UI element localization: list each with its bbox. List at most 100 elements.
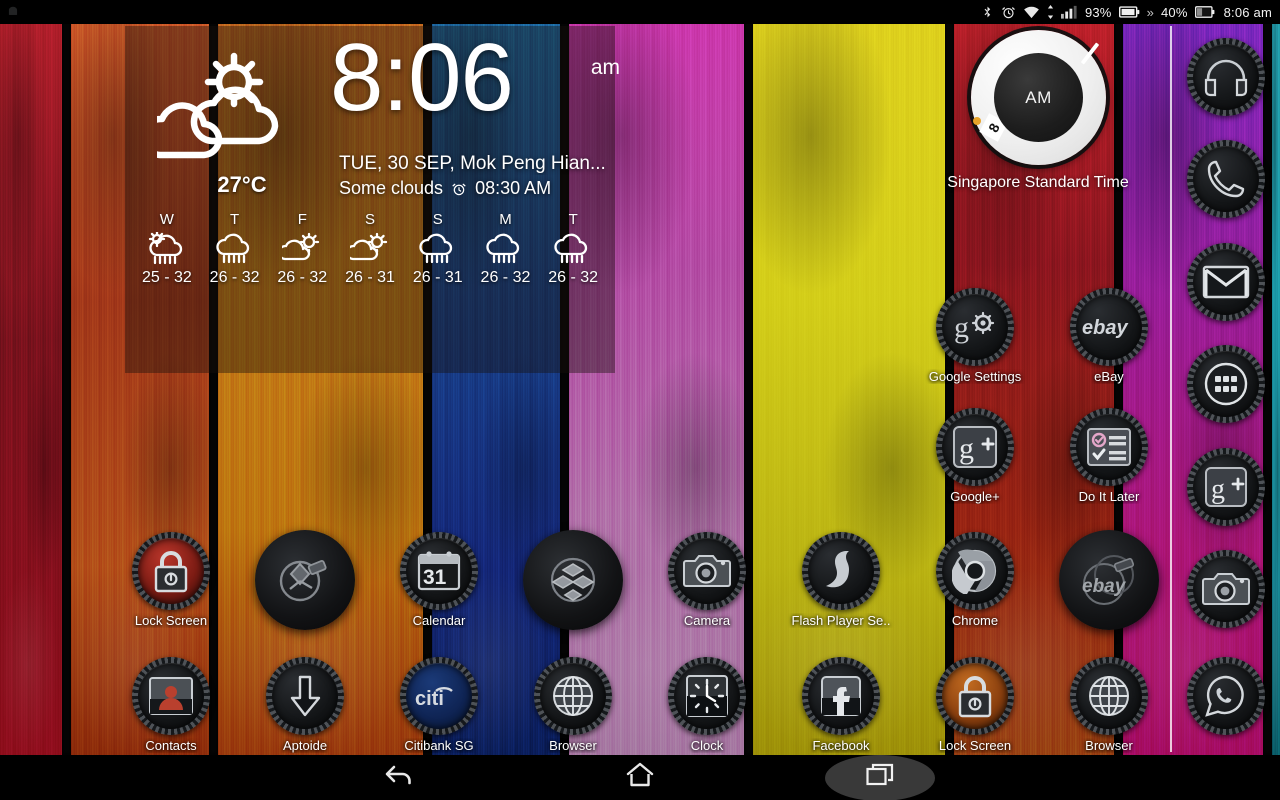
svg-text:g: g	[1211, 474, 1225, 505]
wallpaper-gap	[744, 0, 753, 755]
dropbox-blur-icon	[523, 530, 623, 630]
forecast-day-label: T	[568, 211, 578, 228]
icon-shell	[266, 657, 344, 735]
app-citibank-sg[interactable]: citi Citibank SG	[383, 657, 495, 753]
app-clock[interactable]: Clock	[651, 657, 763, 753]
dock-google-plus[interactable]: g	[1186, 448, 1266, 526]
icon-shell	[255, 530, 355, 630]
world-clock-widget[interactable]: 8 AM Singapore Standard Time	[939, 26, 1137, 201]
sun-behind-clouds-icon	[139, 48, 325, 166]
app-lock-screen[interactable]: Lock Screen	[115, 532, 227, 628]
forecast-day: T 26 - 32	[201, 211, 269, 287]
app-label: eBay	[1094, 369, 1124, 384]
cloud-rain-icon	[472, 231, 540, 267]
forecast-day-label: W	[159, 211, 174, 228]
icon-shell	[523, 530, 623, 630]
status-bar-notifications[interactable]	[0, 5, 20, 19]
svg-text:citi: citi	[415, 688, 444, 710]
app-google-plus[interactable]: g Google+	[919, 408, 1031, 504]
icon-shell	[936, 532, 1014, 610]
home-button[interactable]	[584, 755, 696, 800]
app-label: Calendar	[412, 613, 466, 628]
app-calendar[interactable]: 31 Calendar	[383, 532, 495, 628]
back-button[interactable]	[344, 755, 456, 800]
app-label: Aptoide	[282, 738, 328, 753]
app-label: Clock	[690, 738, 724, 753]
weather-forecast-row: W 25 - 32 T 26 - 32 F 26 - 32 S 26 - 31 …	[133, 211, 607, 287]
app-ebay[interactable]: ebay eBay	[1053, 288, 1165, 384]
icon-shell: g	[1187, 448, 1265, 526]
icon-shell	[1187, 140, 1265, 218]
dock-phone[interactable]	[1186, 140, 1266, 218]
icon-shell	[534, 657, 612, 735]
cloud-rain-icon	[201, 231, 269, 267]
app-do-it-later[interactable]: Do It Later	[1053, 408, 1165, 504]
battery-percent-2: 40%	[1161, 4, 1188, 20]
app-browser-2[interactable]: Browser	[1053, 657, 1165, 753]
cloud-rain-icon	[539, 231, 607, 267]
app-row1-item8[interactable]: ebay	[1053, 530, 1165, 633]
ebay-icon: ebay	[1070, 288, 1148, 366]
do-it-later-icon	[1070, 408, 1148, 486]
padlock-icon	[132, 532, 210, 610]
contacts-icon	[132, 657, 210, 735]
icon-shell	[668, 532, 746, 610]
dock-divider	[1170, 26, 1172, 752]
forecast-range: 26 - 32	[277, 269, 328, 286]
wallpaper-gap	[62, 0, 71, 755]
app-label: Google+	[950, 489, 1000, 504]
forecast-day-label: F	[297, 211, 307, 228]
forecast-day-label: S	[365, 211, 376, 228]
recents-button[interactable]	[824, 755, 936, 800]
app-label: Browser	[549, 738, 597, 753]
forecast-day: T 26 - 32	[539, 211, 607, 287]
widget-clock-time: 8:06	[330, 24, 514, 131]
status-bar-icons[interactable]: 93% » 40% 8:06 am	[981, 4, 1280, 20]
calendar-31-icon: 31	[400, 532, 478, 610]
status-bar[interactable]: 93% » 40% 8:06 am	[0, 0, 1280, 24]
app-label: Chrome	[951, 613, 999, 628]
navigation-bar[interactable]	[0, 755, 1280, 800]
app-flash-player-settings[interactable]: Flash Player Se..	[785, 532, 897, 628]
widget-condition-line: Some clouds 08:30 AM	[339, 178, 551, 199]
forecast-day-label: M	[499, 211, 512, 228]
app-camera[interactable]: Camera	[651, 532, 763, 628]
app-chrome[interactable]: Chrome	[919, 532, 1031, 628]
app-contacts[interactable]: Contacts	[115, 657, 227, 753]
icon-shell	[132, 657, 210, 735]
icon-shell	[1070, 408, 1148, 486]
sun-cloud-icon	[268, 231, 336, 267]
app-label: Google Settings	[928, 369, 1022, 384]
app-row1-item4[interactable]	[517, 530, 629, 633]
sun-cloud-icon	[336, 231, 404, 267]
app-google-settings[interactable]: g Google Settings	[919, 288, 1031, 384]
app-browser-1[interactable]: Browser	[517, 657, 629, 753]
forecast-day: S 26 - 31	[404, 211, 472, 287]
camera-icon	[1187, 550, 1265, 628]
dock-camera[interactable]	[1186, 550, 1266, 628]
widget-clock[interactable]: 8:06 am	[330, 24, 620, 131]
widget-date-line: TUE, 30 SEP, Mok Peng Hian...	[339, 153, 606, 174]
clock-accent-dot	[973, 117, 981, 125]
app-label: Facebook	[812, 738, 870, 753]
recents-icon	[865, 761, 895, 794]
forecast-day-label: S	[432, 211, 443, 228]
forecast-day: F 26 - 32	[268, 211, 336, 287]
app-aptoide[interactable]: Aptoide	[249, 657, 361, 753]
app-facebook[interactable]: Facebook	[785, 657, 897, 753]
dock-app-drawer[interactable]	[1186, 345, 1266, 423]
app-row1-item2[interactable]	[249, 530, 361, 633]
dock-whatsapp[interactable]	[1186, 657, 1266, 735]
google-plus-icon: g	[936, 408, 1014, 486]
app-label: Lock Screen	[134, 613, 208, 628]
weather-clock-widget[interactable]: 27°C 8:06 am TUE, 30 SEP, Mok Peng Hian.…	[125, 24, 620, 373]
dock-gmail[interactable]	[1186, 243, 1266, 321]
citibank-icon: citi	[400, 657, 478, 735]
dock-music[interactable]	[1186, 38, 1266, 116]
gmail-icon	[1187, 243, 1265, 321]
battery-empty-icon	[1118, 5, 1140, 19]
forecast-day: S 26 - 31	[336, 211, 404, 287]
app-label: Browser	[1085, 738, 1133, 753]
app-lock-screen-2[interactable]: Lock Screen	[919, 657, 1031, 753]
forecast-day-label: T	[229, 211, 240, 228]
